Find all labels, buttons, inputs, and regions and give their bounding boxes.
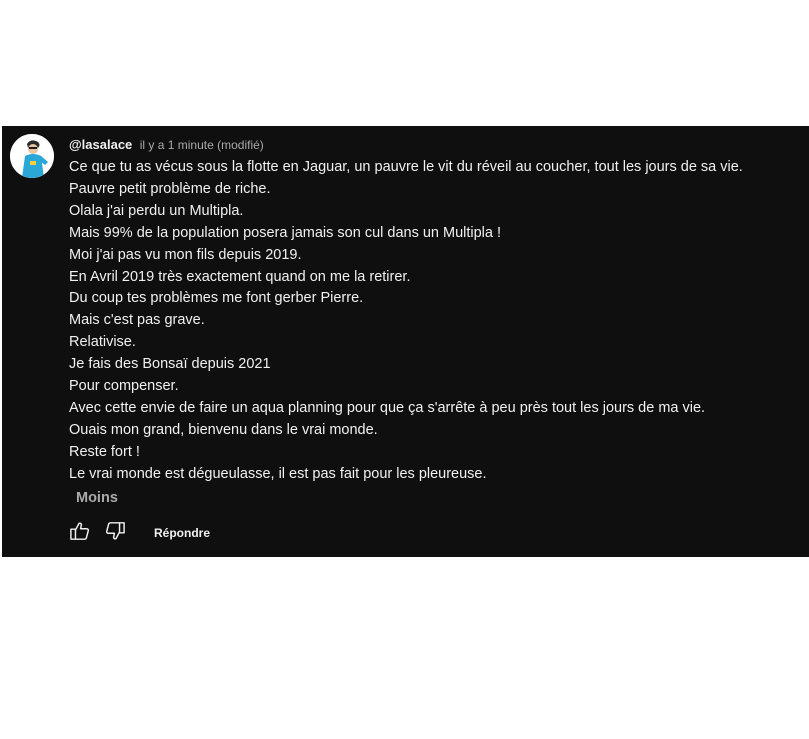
- comment-actions: Répondre: [68, 521, 210, 546]
- comment-line: Avec cette envie de faire un aqua planni…: [69, 399, 706, 416]
- comment-line: Relativise.: [69, 334, 136, 351]
- comment-line: Olala j'ai perdu un Multipla.: [69, 202, 244, 219]
- comment-line: Mais 99% de la population posera jamais …: [69, 224, 502, 241]
- dislike-button[interactable]: [103, 521, 127, 546]
- comment-line: Reste fort !: [69, 443, 140, 460]
- thumbs-up-icon: [69, 521, 91, 546]
- show-less-button[interactable]: Moins: [76, 490, 118, 506]
- comment-line: Le vrai monde est dégueulasse, il est pa…: [69, 465, 487, 482]
- author-name[interactable]: @lasalace: [69, 137, 132, 152]
- comment-line: Ce que tu as vécus sous la flotte en Jag…: [69, 159, 743, 175]
- like-button[interactable]: [68, 521, 92, 546]
- comment-timestamp[interactable]: il y a 1 minute (modifié): [140, 138, 264, 152]
- comment-line: En Avril 2019 très exactement quand on m…: [69, 268, 411, 285]
- comment-line: Mais c'est pas grave.: [69, 312, 205, 329]
- thumbs-down-icon: [104, 521, 126, 546]
- comment-line: Ouais mon grand, bienvenu dans le vrai m…: [69, 421, 378, 438]
- comment-card: @lasalace il y a 1 minute (modifié) Ce q…: [2, 126, 809, 557]
- comment-header: @lasalace il y a 1 minute (modifié): [69, 136, 264, 154]
- comment-line: Du coup tes problèmes me font gerber Pie…: [69, 290, 364, 307]
- comment-body: Ce que tu as vécus sous la flotte en Jag…: [69, 157, 799, 486]
- avatar[interactable]: [10, 134, 54, 178]
- comment-line: Je fais des Bonsaï depuis 2021: [69, 356, 271, 373]
- comment-line: Pour compenser.: [69, 378, 179, 395]
- comment-line: Pauvre petit problème de riche.: [69, 180, 271, 197]
- comment-line: Moi j'ai pas vu mon fils depuis 2019.: [69, 246, 302, 263]
- reply-button[interactable]: Répondre: [154, 526, 210, 540]
